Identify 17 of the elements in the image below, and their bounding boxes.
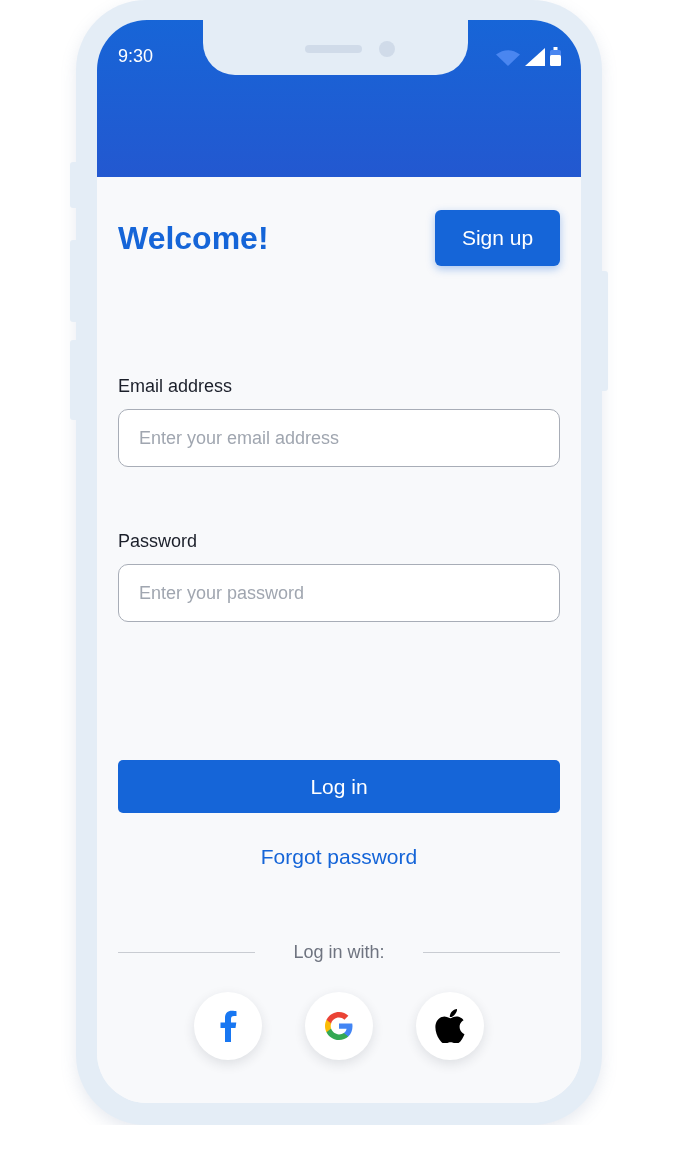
signal-icon bbox=[525, 48, 545, 66]
log-in-button[interactable]: Log in bbox=[118, 760, 560, 813]
log-in-with-label: Log in with: bbox=[292, 941, 386, 964]
field-label: Email address bbox=[118, 376, 234, 397]
sign-up-button[interactable]: Sign up bbox=[435, 210, 560, 266]
email-field[interactable]: Enter your email address bbox=[118, 409, 560, 467]
social-login-button[interactable] bbox=[416, 992, 484, 1060]
field-label: Password bbox=[118, 531, 199, 552]
apple-icon bbox=[435, 1009, 465, 1043]
battery-icon bbox=[550, 47, 561, 66]
google-icon bbox=[323, 1010, 355, 1042]
wifi-icon bbox=[496, 50, 520, 66]
welcome-title: Welcome! bbox=[118, 219, 269, 257]
facebook-icon bbox=[219, 1010, 237, 1042]
forgot-password-link[interactable]: Forgot password bbox=[260, 844, 418, 870]
status-time: 9:30 bbox=[118, 46, 154, 67]
password-field[interactable]: Enter your password bbox=[118, 564, 560, 622]
